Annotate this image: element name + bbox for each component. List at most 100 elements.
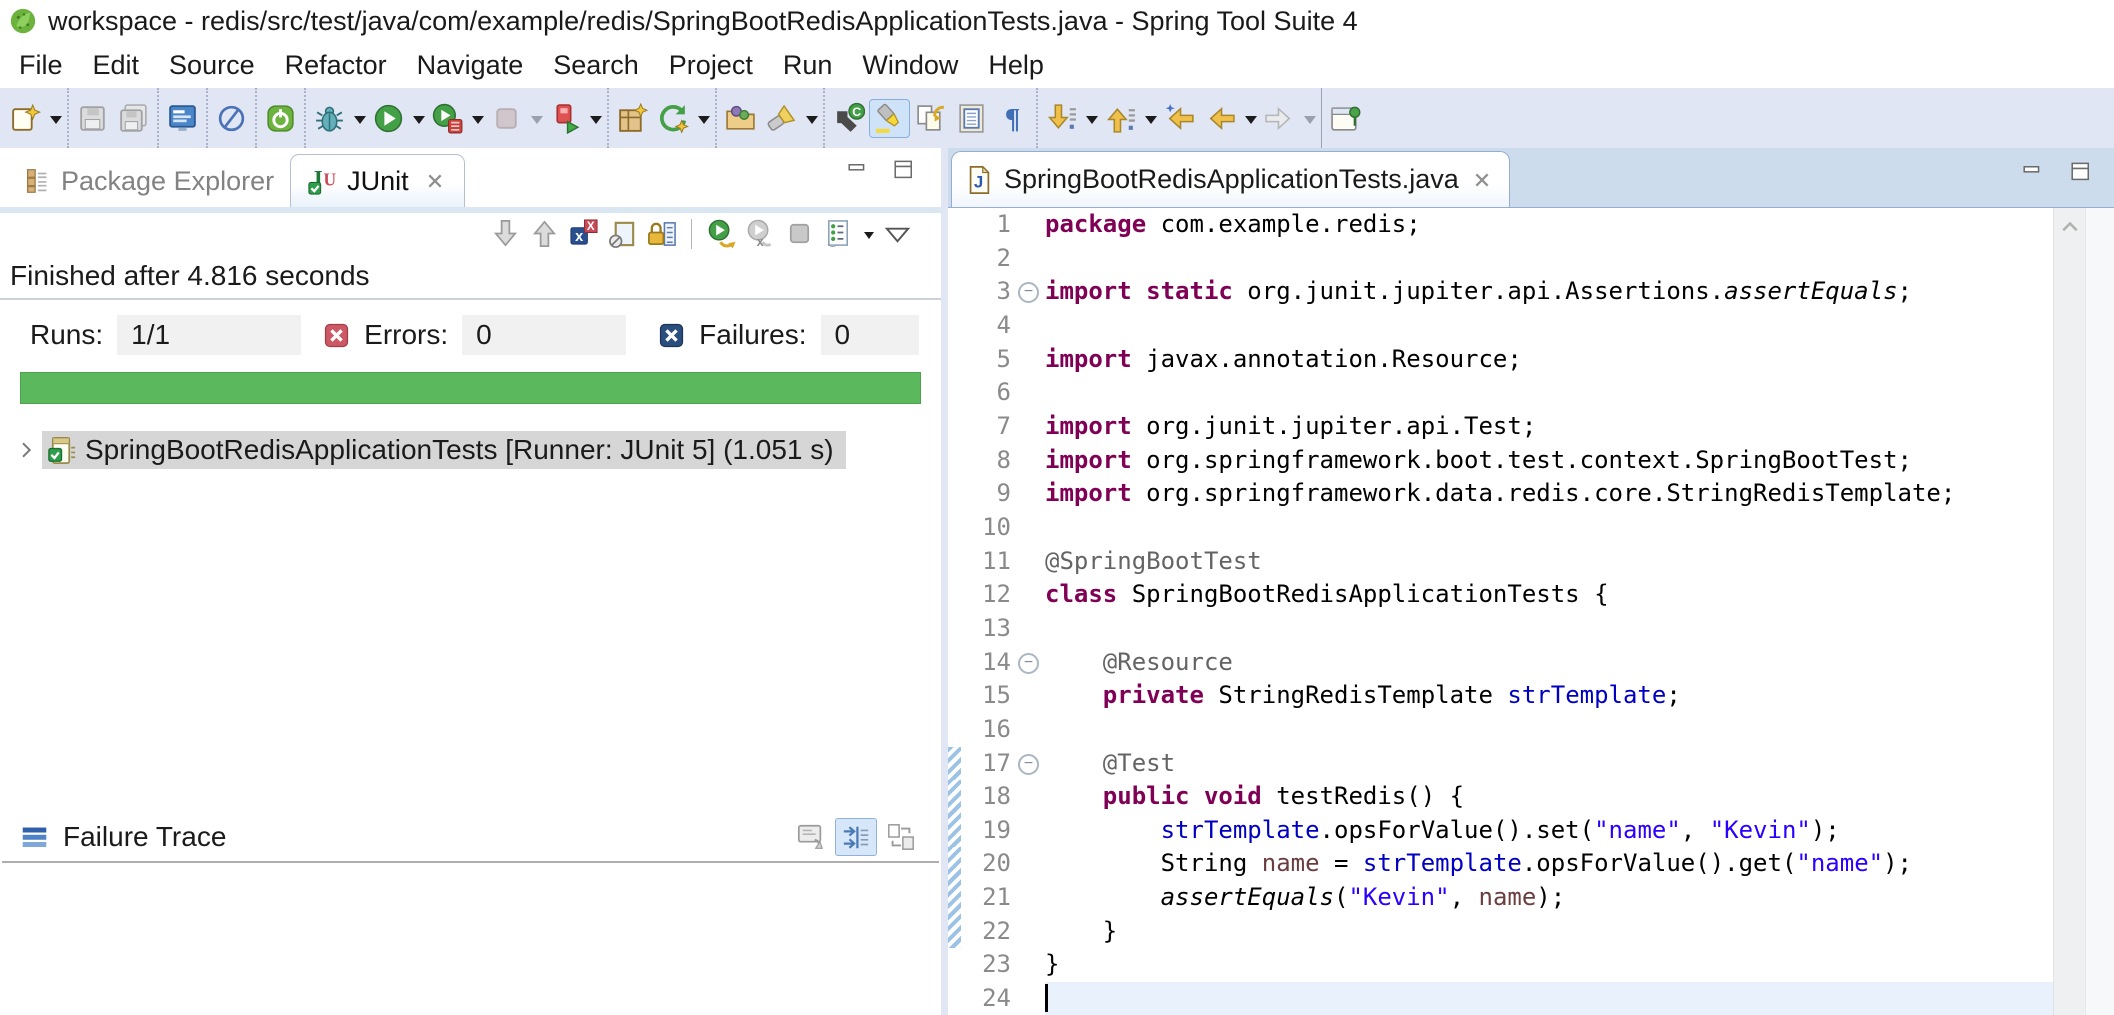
- code-editor[interactable]: 1package com.example.redis;23−import sta…: [948, 208, 2114, 1015]
- code-line[interactable]: 10: [948, 511, 2053, 545]
- maximize-view-button[interactable]: [889, 156, 919, 186]
- rerun-test-button[interactable]: [704, 216, 739, 251]
- open-type-button[interactable]: [720, 99, 761, 138]
- code-text[interactable]: import static org.junit.jupiter.api.Asse…: [1045, 275, 2053, 309]
- close-icon[interactable]: [422, 168, 448, 194]
- menu-item-navigate[interactable]: Navigate: [402, 42, 539, 88]
- stop-dropdown[interactable]: [531, 116, 543, 130]
- code-text[interactable]: [1045, 376, 2053, 410]
- scroll-up-icon[interactable]: [2058, 216, 2082, 240]
- code-line[interactable]: 17− @Test: [948, 747, 2053, 781]
- run-last-tool-button[interactable]: C: [828, 99, 869, 138]
- minimize-view-button[interactable]: [843, 156, 873, 186]
- code-line[interactable]: 24: [948, 982, 2053, 1015]
- code-text[interactable]: [1045, 982, 2053, 1015]
- menu-item-search[interactable]: Search: [538, 42, 654, 88]
- code-line[interactable]: 16: [948, 713, 2053, 747]
- run-button[interactable]: [368, 99, 409, 138]
- pin-editor-button[interactable]: [1325, 99, 1366, 138]
- next-failed-test-button[interactable]: [488, 216, 523, 251]
- code-text[interactable]: }: [1045, 915, 2053, 949]
- code-line[interactable]: 12class SpringBootRedisApplicationTests …: [948, 578, 2053, 612]
- code-line[interactable]: 9import org.springframework.data.redis.c…: [948, 477, 2053, 511]
- code-line[interactable]: 23}: [948, 948, 2053, 982]
- panel-sash[interactable]: [941, 148, 948, 1015]
- filter-stack-trace-button[interactable]: [835, 818, 877, 856]
- fold-marker[interactable]: −: [1015, 275, 1045, 309]
- code-line[interactable]: 14− @Resource: [948, 646, 2053, 680]
- close-icon[interactable]: [1469, 167, 1495, 193]
- show-skipped-tests-button[interactable]: [605, 216, 640, 251]
- code-line[interactable]: 5import javax.annotation.Resource;: [948, 343, 2053, 377]
- code-text[interactable]: public void testRedis() {: [1045, 780, 2053, 814]
- editor-scrollbar[interactable]: [2053, 208, 2086, 1015]
- chevron-right-icon[interactable]: [14, 438, 38, 462]
- forward-button[interactable]: [1259, 99, 1300, 138]
- code-line[interactable]: 1package com.example.redis;: [948, 208, 2053, 242]
- code-text[interactable]: }: [1045, 948, 2053, 982]
- coverage-dropdown[interactable]: [472, 116, 484, 130]
- code-line[interactable]: 20 String name = strTemplate.opsForValue…: [948, 847, 2053, 881]
- new-spring-starter-button[interactable]: [653, 99, 694, 138]
- prev-annotation-button[interactable]: [1100, 99, 1141, 138]
- show-whitespace-button[interactable]: ¶: [992, 99, 1033, 138]
- code-text[interactable]: [1045, 242, 2053, 276]
- stop-button[interactable]: [486, 99, 527, 138]
- code-line[interactable]: 7import org.junit.jupiter.api.Test;: [948, 410, 2053, 444]
- save-all-button[interactable]: [113, 99, 154, 138]
- back-dropdown[interactable]: [1245, 116, 1257, 130]
- maximize-editor-button[interactable]: [2066, 158, 2096, 188]
- prev-failed-test-button[interactable]: [527, 216, 562, 251]
- search-button[interactable]: [761, 99, 802, 138]
- code-line[interactable]: 15 private StringRedisTemplate strTempla…: [948, 679, 2053, 713]
- code-text[interactable]: class SpringBootRedisApplicationTests {: [1045, 578, 2053, 612]
- prev-annotation-dropdown[interactable]: [1145, 116, 1157, 130]
- menu-item-edit[interactable]: Edit: [78, 42, 155, 88]
- tree-row[interactable]: SpringBootRedisApplicationTests [Runner:…: [14, 430, 941, 470]
- fold-marker[interactable]: −: [1015, 747, 1045, 781]
- menu-item-window[interactable]: Window: [847, 42, 973, 88]
- menu-item-help[interactable]: Help: [973, 42, 1059, 88]
- code-text[interactable]: import javax.annotation.Resource;: [1045, 343, 2053, 377]
- menu-item-project[interactable]: Project: [654, 42, 768, 88]
- code-text[interactable]: assertEquals("Kevin", name);: [1045, 881, 2053, 915]
- search-dropdown[interactable]: [806, 116, 818, 130]
- tab-editor-file[interactable]: J SpringBootRedisApplicationTests.java: [951, 151, 1510, 207]
- code-text[interactable]: [1045, 511, 2053, 545]
- show-failures-only-button[interactable]: xX: [566, 216, 601, 251]
- code-text[interactable]: import org.junit.jupiter.api.Test;: [1045, 410, 2053, 444]
- tab-package-explorer[interactable]: Package Explorer: [6, 155, 290, 207]
- next-annotation-dropdown[interactable]: [1086, 116, 1098, 130]
- menu-item-file[interactable]: File: [4, 42, 78, 88]
- collapse-minus-icon[interactable]: −: [1018, 282, 1039, 303]
- test-hierarchy-layout-button[interactable]: [821, 216, 856, 251]
- code-text[interactable]: import org.springframework.data.redis.co…: [1045, 477, 2053, 511]
- link-with-editor-button[interactable]: [910, 99, 951, 138]
- test-hierarchy-layout-dropdown[interactable]: [864, 232, 874, 244]
- coverage-button[interactable]: [427, 99, 468, 138]
- rerun-failed-test-button[interactable]: x: [743, 216, 778, 251]
- code-line[interactable]: 2: [948, 242, 2053, 276]
- code-text[interactable]: String name = strTemplate.opsForValue().…: [1045, 847, 2053, 881]
- code-line[interactable]: 13: [948, 612, 2053, 646]
- show-selected-element-button[interactable]: [951, 99, 992, 138]
- back-button[interactable]: [1200, 99, 1241, 138]
- code-text[interactable]: [1045, 713, 2053, 747]
- code-line[interactable]: 21 assertEquals("Kevin", name);: [948, 881, 2053, 915]
- fold-marker[interactable]: −: [1015, 646, 1045, 680]
- code-text[interactable]: @Test: [1045, 747, 2053, 781]
- code-text[interactable]: import org.springframework.boot.test.con…: [1045, 444, 2053, 478]
- save-button[interactable]: [72, 99, 113, 138]
- code-text[interactable]: @Resource: [1045, 646, 2053, 680]
- code-text[interactable]: private StringRedisTemplate strTemplate;: [1045, 679, 2053, 713]
- new-wizard-button[interactable]: [5, 99, 46, 138]
- code-line[interactable]: 22 }: [948, 915, 2053, 949]
- boot-dashboard-button[interactable]: [260, 99, 301, 138]
- open-console-button[interactable]: [162, 99, 203, 138]
- menu-item-source[interactable]: Source: [154, 42, 270, 88]
- forward-dropdown[interactable]: [1304, 116, 1316, 130]
- new-wizard-dropdown[interactable]: [50, 116, 62, 130]
- mark-occurrences-button[interactable]: [869, 99, 910, 138]
- run-dropdown[interactable]: [413, 116, 425, 130]
- stop-test-button[interactable]: [782, 216, 817, 251]
